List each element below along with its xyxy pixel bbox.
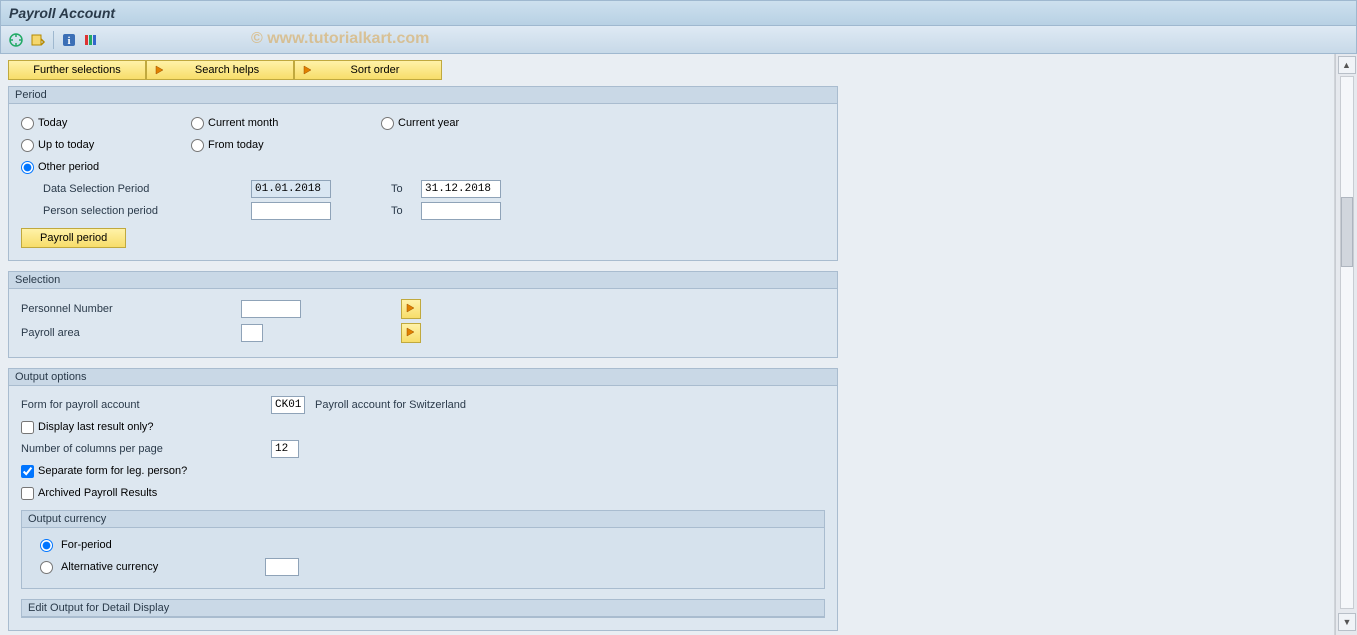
radio-alt-currency[interactable]: Alternative currency [40,556,806,578]
to-label-2: To [391,205,421,217]
radio-today[interactable]: Today [21,117,191,130]
archived-results-checkbox[interactable] [21,487,34,500]
output-currency-title: Output currency [22,511,824,528]
num-columns-label: Number of columns per page [21,443,271,455]
radio-current-month-input[interactable] [191,117,204,130]
layout-icon[interactable] [82,31,100,49]
radio-for-period-label: For-period [61,539,112,551]
personnel-number-input[interactable] [241,300,301,318]
radio-today-input[interactable] [21,117,34,130]
arrow-right-icon [153,63,167,77]
personnel-number-multiselect-button[interactable] [401,299,421,319]
data-selection-to-input[interactable] [421,180,501,198]
selection-group-title: Selection [9,272,837,289]
search-helps-label: Search helps [175,64,279,76]
separate-form-label: Separate form for leg. person? [38,465,187,477]
payroll-period-button[interactable]: Payroll period [21,228,126,248]
further-selections-label: Further selections [33,64,120,76]
arrow-right-icon [405,326,417,341]
radio-up-to-today-label: Up to today [38,139,94,151]
radio-for-period-input[interactable] [40,539,53,552]
scroll-up-arrow-icon[interactable]: ▲ [1338,56,1356,74]
radio-current-year[interactable]: Current year [381,117,561,130]
payroll-area-label: Payroll area [21,327,241,339]
num-columns-input[interactable] [271,440,299,458]
radio-up-to-today[interactable]: Up to today [21,139,191,152]
radio-current-month[interactable]: Current month [191,117,381,130]
top-button-row: Further selections Search helps Sort ord… [8,60,1326,80]
radio-other-period-input[interactable] [21,161,34,174]
window-titlebar: Payroll Account [0,0,1357,26]
scroll-down-arrow-icon[interactable]: ▼ [1338,613,1356,631]
radio-alt-currency-label: Alternative currency [61,561,261,573]
output-options-group: Output options Form for payroll account … [8,368,838,631]
personnel-number-label: Personnel Number [21,303,241,315]
radio-from-today[interactable]: From today [191,139,381,152]
selection-group: Selection Personnel Number Payroll area [8,271,838,358]
separate-form-checkbox-row[interactable]: Separate form for leg. person? [21,460,825,482]
alt-currency-input[interactable] [265,558,299,576]
execute-icon[interactable] [7,31,25,49]
radio-current-year-input[interactable] [381,117,394,130]
scroll-thumb[interactable] [1341,197,1353,267]
form-payroll-account-input[interactable] [271,396,305,414]
svg-text:i: i [67,35,70,47]
output-options-title: Output options [9,369,837,386]
arrow-right-icon [405,302,417,317]
radio-up-to-today-input[interactable] [21,139,34,152]
payroll-area-multiselect-button[interactable] [401,323,421,343]
vertical-scrollbar[interactable]: ▲ ▼ [1335,54,1357,635]
radio-today-label: Today [38,117,67,129]
data-selection-from-input[interactable] [251,180,331,198]
period-group-title: Period [9,87,837,104]
further-selections-button[interactable]: Further selections [8,60,146,80]
radio-current-month-label: Current month [208,117,278,129]
radio-for-period[interactable]: For-period [40,534,806,556]
sort-order-label: Sort order [323,64,427,76]
form-payroll-account-label: Form for payroll account [21,399,271,411]
toolbar-separator [53,31,54,49]
payroll-period-label: Payroll period [40,232,107,244]
radio-alt-currency-input[interactable] [40,561,53,574]
form-payroll-account-desc: Payroll account for Switzerland [315,399,466,411]
radio-current-year-label: Current year [398,117,459,129]
person-selection-period-label: Person selection period [43,205,251,217]
data-selection-period-label: Data Selection Period [43,183,251,195]
person-selection-from-input[interactable] [251,202,331,220]
radio-from-today-label: From today [208,139,264,151]
payroll-area-input[interactable] [241,324,263,342]
info-icon[interactable]: i [60,31,78,49]
separate-form-checkbox[interactable] [21,465,34,478]
to-label-1: To [391,183,421,195]
person-selection-to-input[interactable] [421,202,501,220]
search-helps-button[interactable]: Search helps [146,60,294,80]
app-toolbar: i © www.tutorialkart.com [0,26,1357,54]
watermark-text: © www.tutorialkart.com [251,30,429,48]
scroll-track[interactable] [1340,76,1354,609]
variant-icon[interactable] [29,31,47,49]
period-group: Period Today Current month Current year [8,86,838,261]
output-currency-group: Output currency For-period Alternative c… [21,510,825,589]
edit-output-group: Edit Output for Detail Display [21,599,825,618]
display-last-result-label: Display last result only? [38,421,154,433]
display-last-result-checkbox[interactable] [21,421,34,434]
page-title: Payroll Account [9,5,115,21]
archived-results-checkbox-row[interactable]: Archived Payroll Results [21,482,825,504]
display-last-result-checkbox-row[interactable]: Display last result only? [21,416,825,438]
sort-order-button[interactable]: Sort order [294,60,442,80]
radio-other-period[interactable]: Other period [21,161,191,174]
main-content: Further selections Search helps Sort ord… [0,54,1335,635]
radio-other-period-label: Other period [38,161,99,173]
arrow-right-icon [301,63,315,77]
edit-output-title: Edit Output for Detail Display [22,600,824,617]
archived-results-label: Archived Payroll Results [38,487,157,499]
radio-from-today-input[interactable] [191,139,204,152]
